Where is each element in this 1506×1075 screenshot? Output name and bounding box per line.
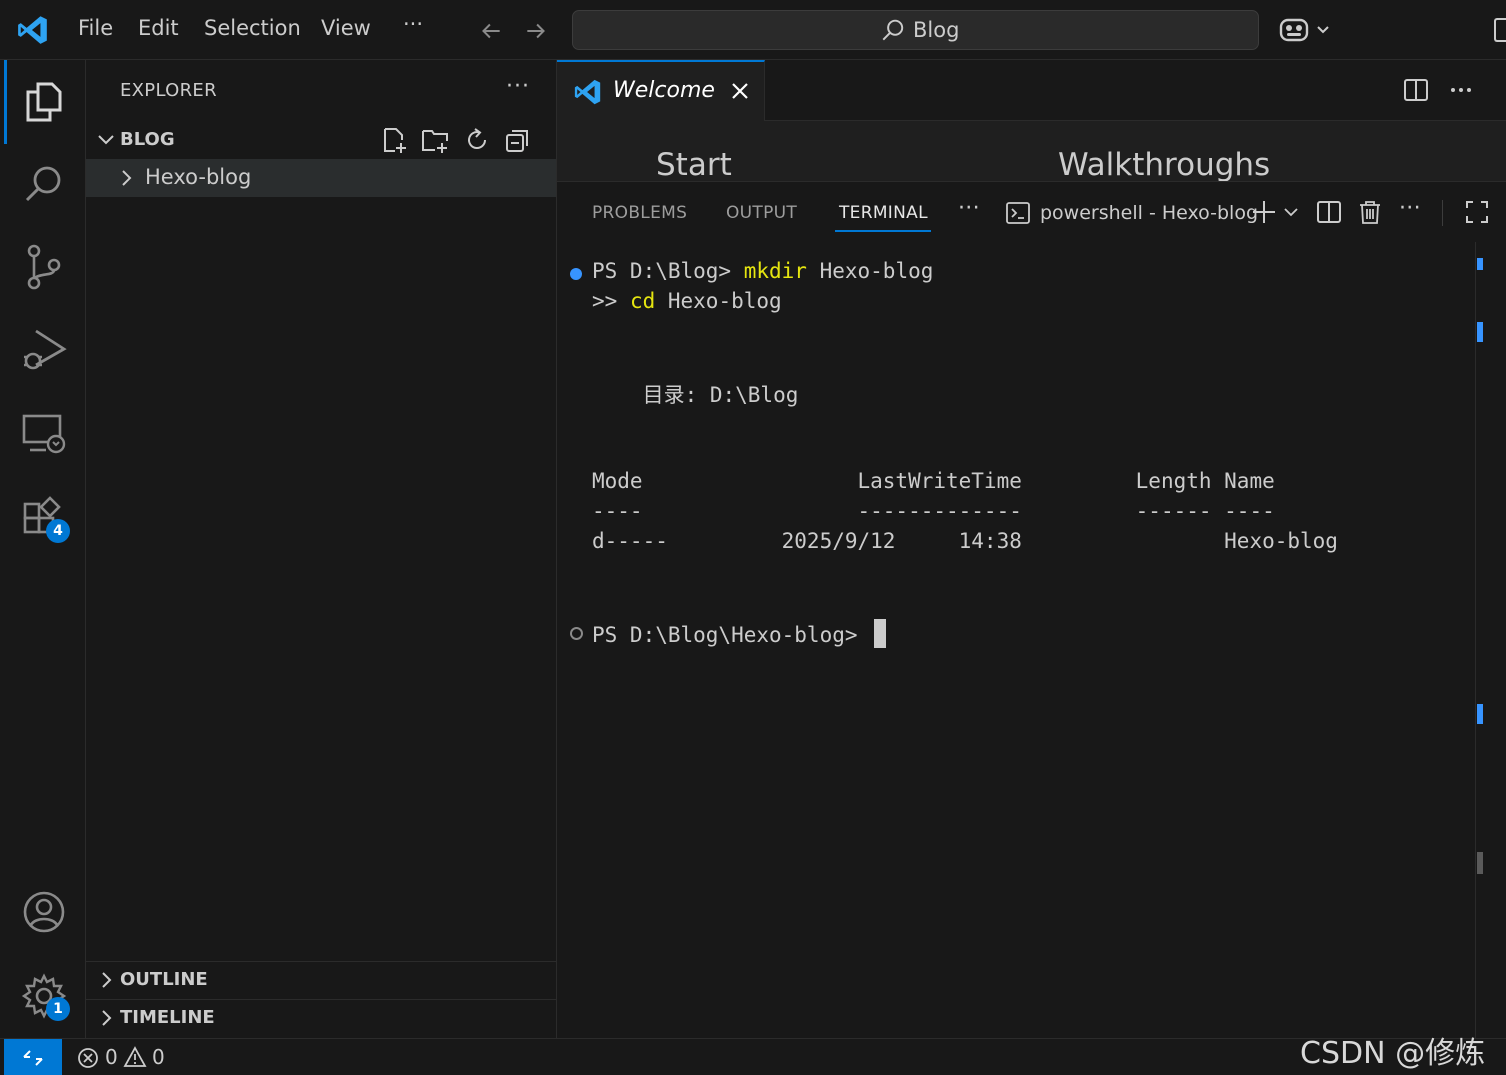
- welcome-walkthroughs-heading: Walkthroughs: [1058, 147, 1271, 181]
- terminal-line: >> cd Hexo-blog: [592, 289, 782, 313]
- timeline-label: TIMELINE: [120, 1007, 215, 1028]
- forward-arrow-icon[interactable]: [523, 18, 549, 44]
- terminal-name[interactable]: powershell - Hexo-blog: [1040, 202, 1258, 224]
- terminal-line: Mode LastWriteTime Length Name: [592, 469, 1275, 493]
- warning-icon[interactable]: [123, 1046, 147, 1068]
- status-bar: 0 0: [0, 1038, 1506, 1075]
- split-editor-icon[interactable]: [1402, 76, 1430, 104]
- panel-more-icon[interactable]: ···: [958, 196, 980, 221]
- vscode-logo-icon: [574, 79, 601, 105]
- explorer-more-icon[interactable]: ···: [506, 74, 530, 99]
- remote-icon: [23, 1050, 43, 1066]
- maximize-panel-icon[interactable]: [1464, 199, 1490, 225]
- menu-edit[interactable]: Edit: [138, 16, 179, 40]
- tab-problems[interactable]: PROBLEMS: [592, 203, 687, 223]
- activity-bar: 4 1: [0, 60, 86, 1038]
- error-icon[interactable]: [77, 1047, 99, 1069]
- editor-area: Welcome Start Walkthroughs PROBLEMS OUTP…: [557, 60, 1506, 1039]
- copilot-icon[interactable]: [1278, 14, 1334, 46]
- back-arrow-icon[interactable]: [478, 18, 504, 44]
- terminal-cursor: [874, 619, 887, 648]
- welcome-start-heading: Start: [656, 147, 732, 181]
- vscode-logo-icon[interactable]: [16, 13, 50, 47]
- panel-divider: [1442, 200, 1443, 226]
- explorer-title: EXPLORER: [120, 80, 217, 101]
- chevron-down-icon: [98, 135, 114, 145]
- bottom-panel: PROBLEMS OUTPUT TERMINAL ··· powershell …: [557, 181, 1506, 1039]
- chevron-right-icon: [102, 1010, 112, 1026]
- menu-file[interactable]: File: [78, 16, 113, 40]
- scroll-marker: [1477, 704, 1483, 724]
- command-success-dot[interactable]: [570, 268, 582, 280]
- tree-item-hexo-blog[interactable]: Hexo-blog: [86, 159, 556, 197]
- explorer-sidebar: EXPLORER ··· BLOG Hexo-blog OUTLINE TIME…: [86, 60, 557, 1038]
- new-terminal-plus-icon[interactable]: [1251, 199, 1277, 225]
- tab-terminal[interactable]: TERMINAL: [839, 203, 928, 223]
- warning-count[interactable]: 0: [152, 1045, 165, 1069]
- tree-item-label: Hexo-blog: [145, 165, 252, 189]
- terminal-scrollbar[interactable]: [1475, 242, 1489, 1039]
- extensions-badge: 4: [46, 519, 70, 543]
- search-text: Blog: [913, 18, 960, 42]
- active-tab-underline: [835, 230, 931, 232]
- tab-label: Welcome: [613, 78, 715, 103]
- search-icon: [882, 19, 904, 41]
- more-actions-icon[interactable]: [1447, 76, 1475, 104]
- settings-badge: 1: [46, 997, 70, 1021]
- explorer-files-icon[interactable]: [20, 78, 68, 126]
- account-icon[interactable]: [20, 888, 68, 936]
- csdn-watermark: CSDN @修炼室: [1300, 1036, 1486, 1071]
- remote-explorer-icon[interactable]: [20, 410, 68, 458]
- split-terminal-icon[interactable]: [1316, 199, 1342, 225]
- error-count[interactable]: 0: [105, 1045, 118, 1069]
- close-icon[interactable]: [729, 80, 751, 102]
- terminal-line: d----- 2025/9/12 14:38 Hexo-blog: [592, 529, 1338, 553]
- outline-label: OUTLINE: [120, 969, 208, 990]
- tab-welcome[interactable]: Welcome: [557, 60, 765, 121]
- trash-icon[interactable]: [1357, 199, 1383, 225]
- title-bar: File Edit Selection View ··· Blog: [0, 0, 1506, 60]
- chevron-right-icon: [122, 170, 132, 186]
- folder-name: BLOG: [120, 129, 175, 150]
- menu-view[interactable]: View: [321, 16, 371, 40]
- welcome-page: Start Walkthroughs: [557, 121, 1506, 181]
- remote-indicator-button[interactable]: [4, 1039, 62, 1075]
- scroll-marker: [1477, 258, 1483, 270]
- timeline-section-header[interactable]: TIMELINE: [86, 1000, 557, 1036]
- run-debug-icon[interactable]: [20, 325, 68, 373]
- search-icon[interactable]: [20, 160, 68, 208]
- collapse-all-icon[interactable]: [504, 126, 532, 154]
- terminal-prompt-line: PS D:\Blog\Hexo-blog>: [592, 619, 887, 648]
- tab-output[interactable]: OUTPUT: [726, 203, 797, 223]
- scroll-marker: [1477, 852, 1483, 874]
- source-control-icon[interactable]: [20, 243, 68, 291]
- outline-section-header[interactable]: OUTLINE: [86, 962, 557, 998]
- chevron-down-icon[interactable]: [1281, 199, 1301, 225]
- layout-edge-icon[interactable]: [1494, 18, 1506, 42]
- editor-tab-bar: Welcome: [557, 60, 1506, 121]
- chevron-right-icon: [102, 972, 112, 988]
- scroll-marker: [1477, 322, 1483, 342]
- new-folder-icon[interactable]: [421, 126, 449, 154]
- refresh-icon[interactable]: [463, 126, 491, 154]
- panel-more2-icon[interactable]: ···: [1399, 196, 1421, 221]
- command-pending-dot[interactable]: [570, 627, 583, 640]
- new-file-icon[interactable]: [381, 126, 409, 154]
- menu-more-icon[interactable]: ···: [403, 12, 423, 36]
- terminal-icon: [1006, 202, 1030, 224]
- active-indicator: [4, 60, 7, 144]
- terminal-line: 目录: D:\Blog: [592, 383, 799, 407]
- menu-selection[interactable]: Selection: [204, 16, 301, 40]
- terminal-output[interactable]: PS D:\Blog> mkdir Hexo-blog >> cd Hexo-b…: [557, 242, 1475, 1039]
- terminal-line: ---- ------------- ------ ----: [592, 499, 1275, 523]
- terminal-line: PS D:\Blog> mkdir Hexo-blog: [592, 259, 934, 283]
- command-center-search[interactable]: Blog: [572, 10, 1259, 50]
